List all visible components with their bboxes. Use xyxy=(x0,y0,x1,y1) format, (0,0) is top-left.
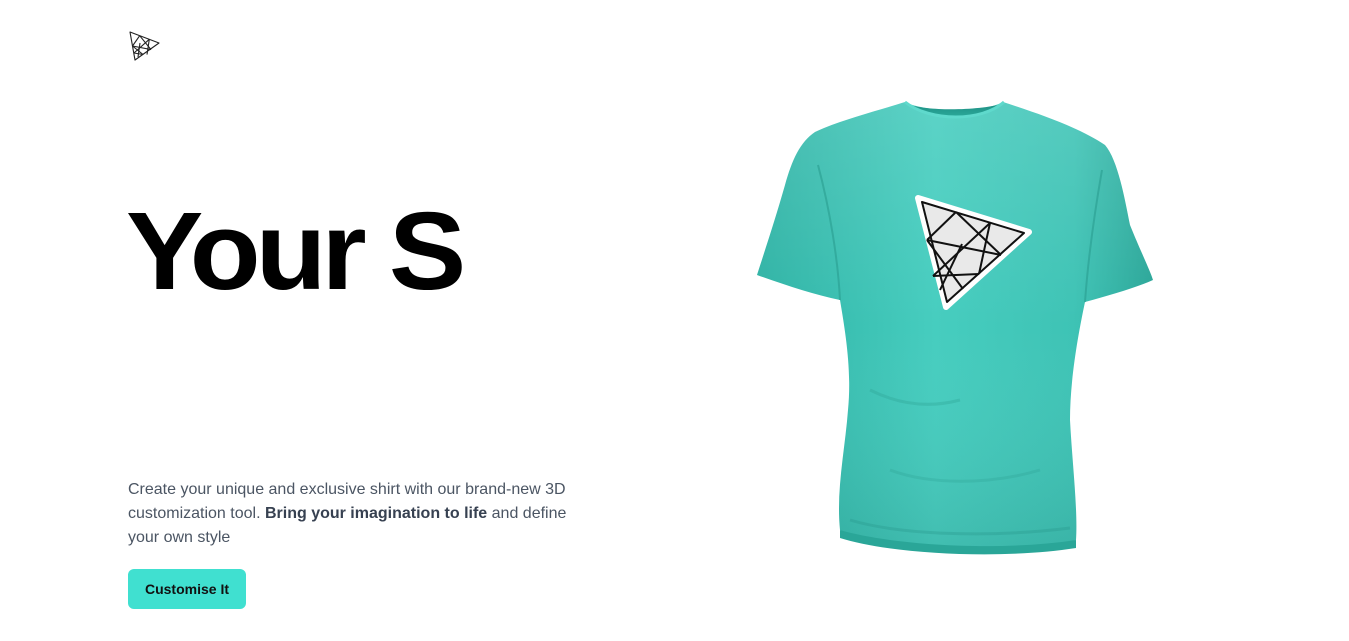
logo-link[interactable] xyxy=(128,30,160,62)
description-highlight: Bring your imagination to life xyxy=(264,505,488,522)
hero-headline: Your S xyxy=(126,189,466,313)
hero-description: Create your unique and exclusive shirt w… xyxy=(128,478,588,550)
t-shirt-3d-model xyxy=(757,100,1153,555)
triangle-mesh-logo-icon xyxy=(129,31,160,61)
customise-it-button[interactable]: Customise It xyxy=(128,569,246,609)
shirt-3d-canvas[interactable] xyxy=(740,90,1170,565)
